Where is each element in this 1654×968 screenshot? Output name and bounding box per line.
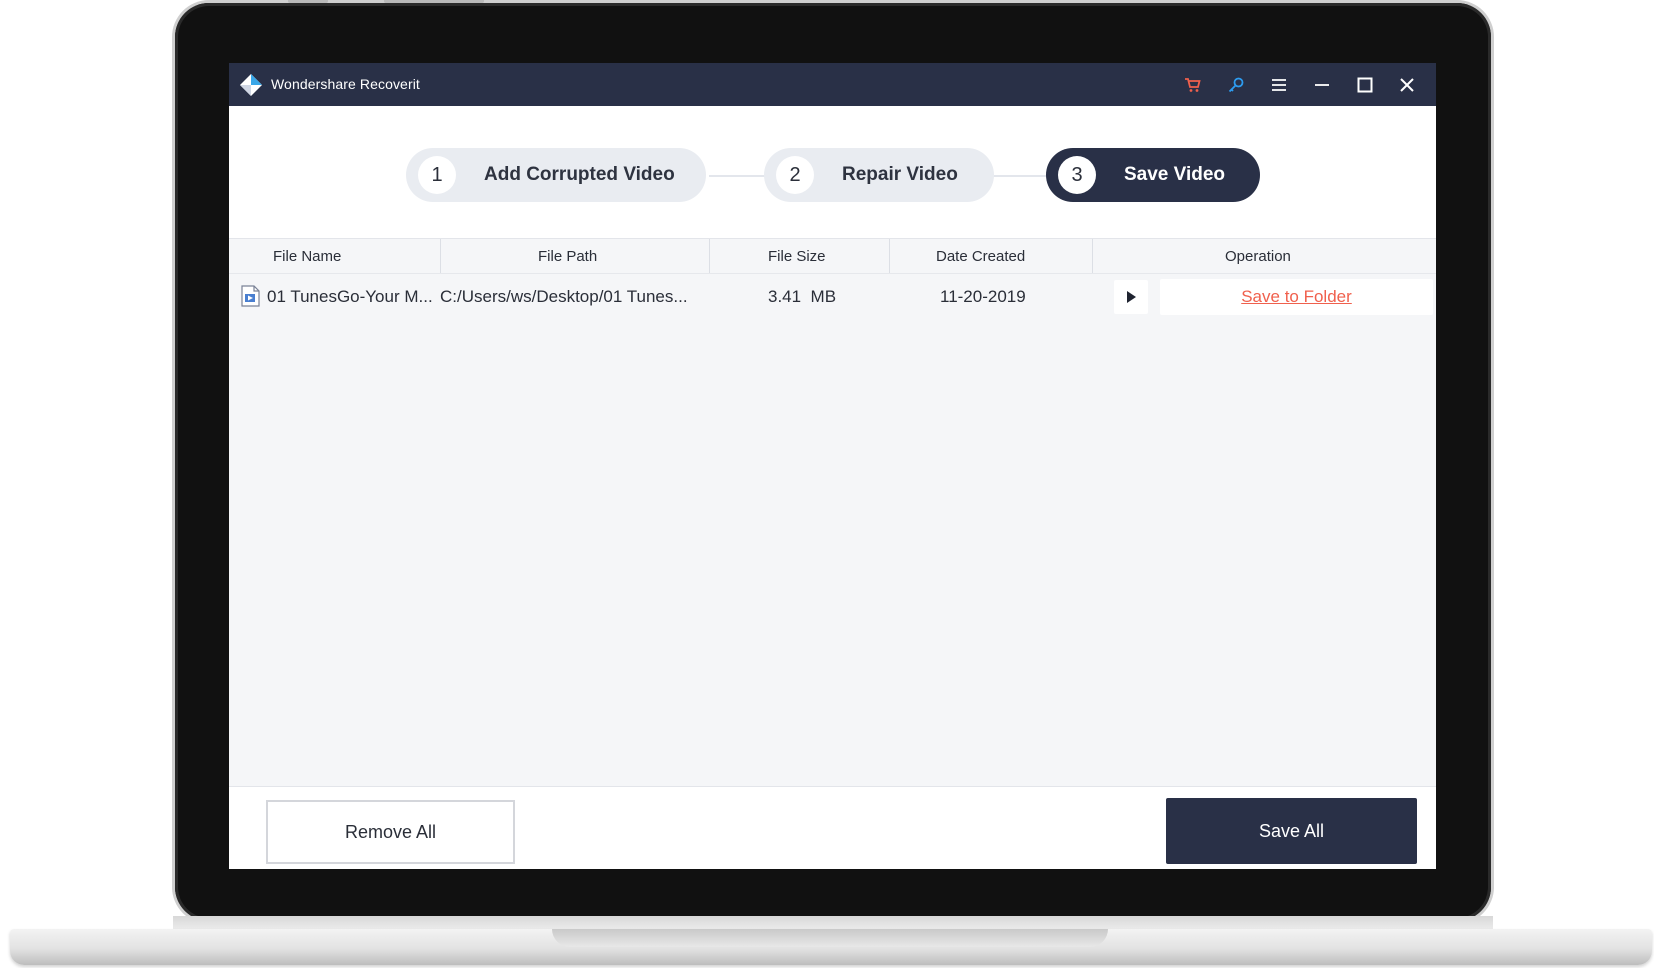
close-button[interactable] — [1394, 72, 1420, 98]
laptop-hinge — [173, 916, 1493, 930]
play-icon — [1127, 291, 1136, 303]
lid-tab — [288, 0, 328, 3]
table-header: File Name File Path File Size Date Creat… — [229, 239, 1436, 274]
step-number: 3 — [1058, 156, 1096, 194]
step-repair-video[interactable]: 2 Repair Video — [764, 148, 994, 202]
column-file-path[interactable]: File Path — [538, 248, 597, 265]
app-window: Wondershare Recoverit 1 Add Corrupted Vi… — [229, 63, 1436, 869]
cart-button[interactable] — [1180, 72, 1206, 98]
column-file-name[interactable]: File Name — [273, 248, 341, 265]
column-divider[interactable] — [889, 239, 890, 273]
step-save-video[interactable]: 3 Save Video — [1046, 148, 1260, 202]
save-to-folder-link[interactable]: Save to Folder — [1160, 279, 1433, 315]
minimize-icon — [1315, 84, 1329, 86]
column-file-size[interactable]: File Size — [768, 248, 826, 265]
laptop-notch — [552, 929, 1108, 947]
menu-button[interactable] — [1266, 72, 1292, 98]
column-date-created[interactable]: Date Created — [936, 248, 1025, 265]
step-connector — [709, 175, 769, 177]
table-row[interactable]: 01 TunesGo-Your M... C:/Users/ws/Desktop… — [229, 275, 1436, 319]
register-button[interactable] — [1223, 72, 1249, 98]
progress-stepper: 1 Add Corrupted Video 2 Repair Video 3 S… — [229, 148, 1436, 204]
step-label: Save Video — [1124, 164, 1226, 185]
menu-icon — [1272, 79, 1286, 91]
step-label: Add Corrupted Video — [484, 164, 675, 185]
video-file-icon — [241, 285, 260, 307]
cart-icon — [1185, 78, 1201, 92]
file-name: 01 TunesGo-Your M... — [267, 287, 433, 306]
close-icon — [1400, 78, 1414, 92]
column-operation: Operation — [1225, 248, 1291, 265]
file-table: File Name File Path File Size Date Creat… — [229, 238, 1436, 787]
recoverit-logo-icon — [240, 74, 262, 96]
column-divider[interactable] — [1092, 239, 1093, 273]
app-title: Wondershare Recoverit — [271, 76, 420, 92]
key-icon — [1228, 77, 1244, 93]
minimize-button[interactable] — [1309, 72, 1335, 98]
title-bar: Wondershare Recoverit — [229, 63, 1436, 106]
step-label: Repair Video — [842, 164, 958, 185]
preview-play-button[interactable] — [1114, 280, 1148, 314]
maximize-icon — [1357, 77, 1373, 93]
column-divider[interactable] — [709, 239, 710, 273]
date-created: 11-20-2019 — [940, 287, 1026, 306]
footer-bar: Remove All Save All — [229, 786, 1436, 869]
step-add-corrupted-video[interactable]: 1 Add Corrupted Video — [406, 148, 706, 202]
file-path: C:/Users/ws/Desktop/01 Tunes... — [440, 287, 688, 306]
step-number: 2 — [776, 156, 814, 194]
lid-tab — [384, 0, 484, 3]
column-divider[interactable] — [440, 239, 441, 273]
save-all-button[interactable]: Save All — [1166, 798, 1417, 864]
file-size: 3.41 MB — [768, 287, 837, 306]
maximize-button[interactable] — [1352, 72, 1378, 98]
step-number: 1 — [418, 156, 456, 194]
step-connector — [989, 175, 1049, 177]
remove-all-button[interactable]: Remove All — [266, 800, 515, 864]
